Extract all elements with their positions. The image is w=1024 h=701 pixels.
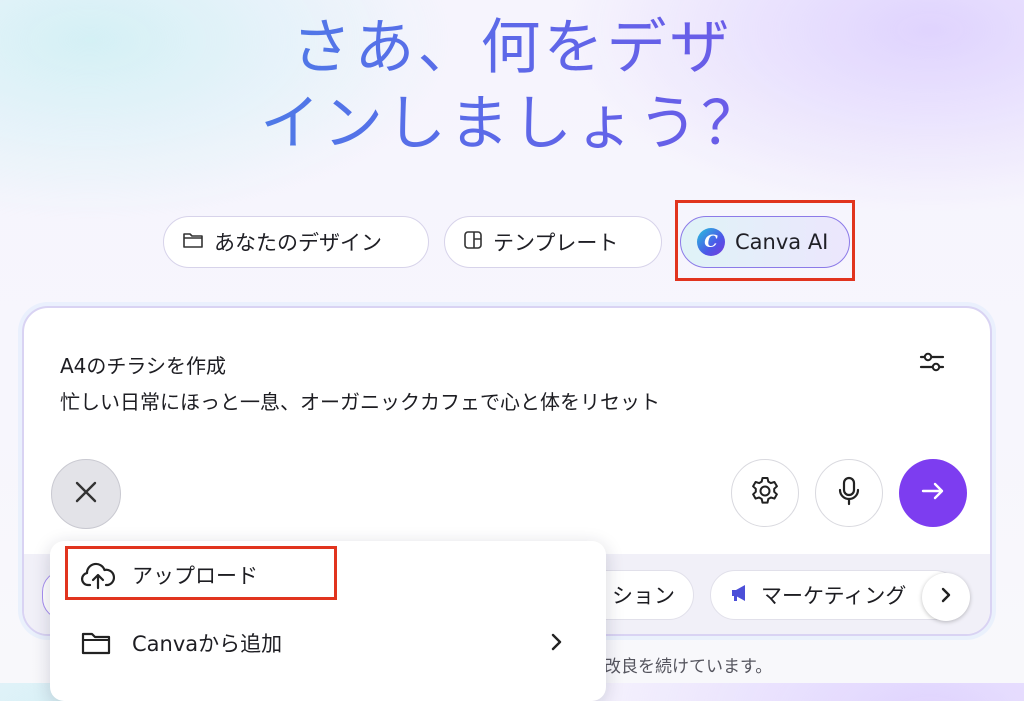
scroll-chips-right-button[interactable] xyxy=(922,573,970,621)
footnote-text: 改良を続けています。 xyxy=(604,657,773,677)
mic-icon xyxy=(835,475,863,511)
close-icon xyxy=(73,479,99,509)
headline-line-2: インしましょう？ xyxy=(260,89,764,159)
highlight-box-upload xyxy=(65,546,337,600)
microphone-button[interactable] xyxy=(815,459,883,527)
send-button[interactable] xyxy=(899,459,967,527)
suggestion-chip-marketing-label: マーケティング xyxy=(761,584,907,608)
tab-templates-label: テンプレート xyxy=(493,231,619,255)
menu-item-add-from-canva[interactable]: Canvaから追加 xyxy=(50,613,606,673)
tab-templates[interactable]: テンプレート xyxy=(444,216,662,268)
prompt-text-line-2[interactable]: 忙しい日常にほっと一息、オーガニックカフェで心と体をリセット xyxy=(60,386,660,415)
close-button[interactable] xyxy=(51,459,121,529)
adjust-icon[interactable] xyxy=(918,348,946,380)
menu-item-add-from-canva-label: Canvaから追加 xyxy=(132,632,283,656)
chevron-right-icon xyxy=(938,586,954,608)
prompt-text-line-1[interactable]: A4のチラシを作成 xyxy=(60,350,226,379)
chevron-right-icon xyxy=(548,631,564,658)
folder-icon xyxy=(182,230,204,255)
megaphone-icon xyxy=(729,583,751,608)
send-arrow-icon xyxy=(919,477,947,509)
folder-icon xyxy=(80,629,112,662)
highlight-box-canva-ai xyxy=(675,200,855,281)
page-headline: さあ、何をデザ インしましょう？ xyxy=(0,10,1024,162)
suggestion-chip-partial-label: ション xyxy=(612,584,675,608)
tab-your-designs-label: あなたのデザイン xyxy=(214,231,382,255)
template-icon xyxy=(463,230,483,255)
settings-icon xyxy=(749,475,781,511)
headline-line-1: さあ、何をデザ xyxy=(291,13,733,83)
settings-button[interactable] xyxy=(731,459,799,527)
tab-your-designs[interactable]: あなたのデザイン xyxy=(163,216,429,268)
